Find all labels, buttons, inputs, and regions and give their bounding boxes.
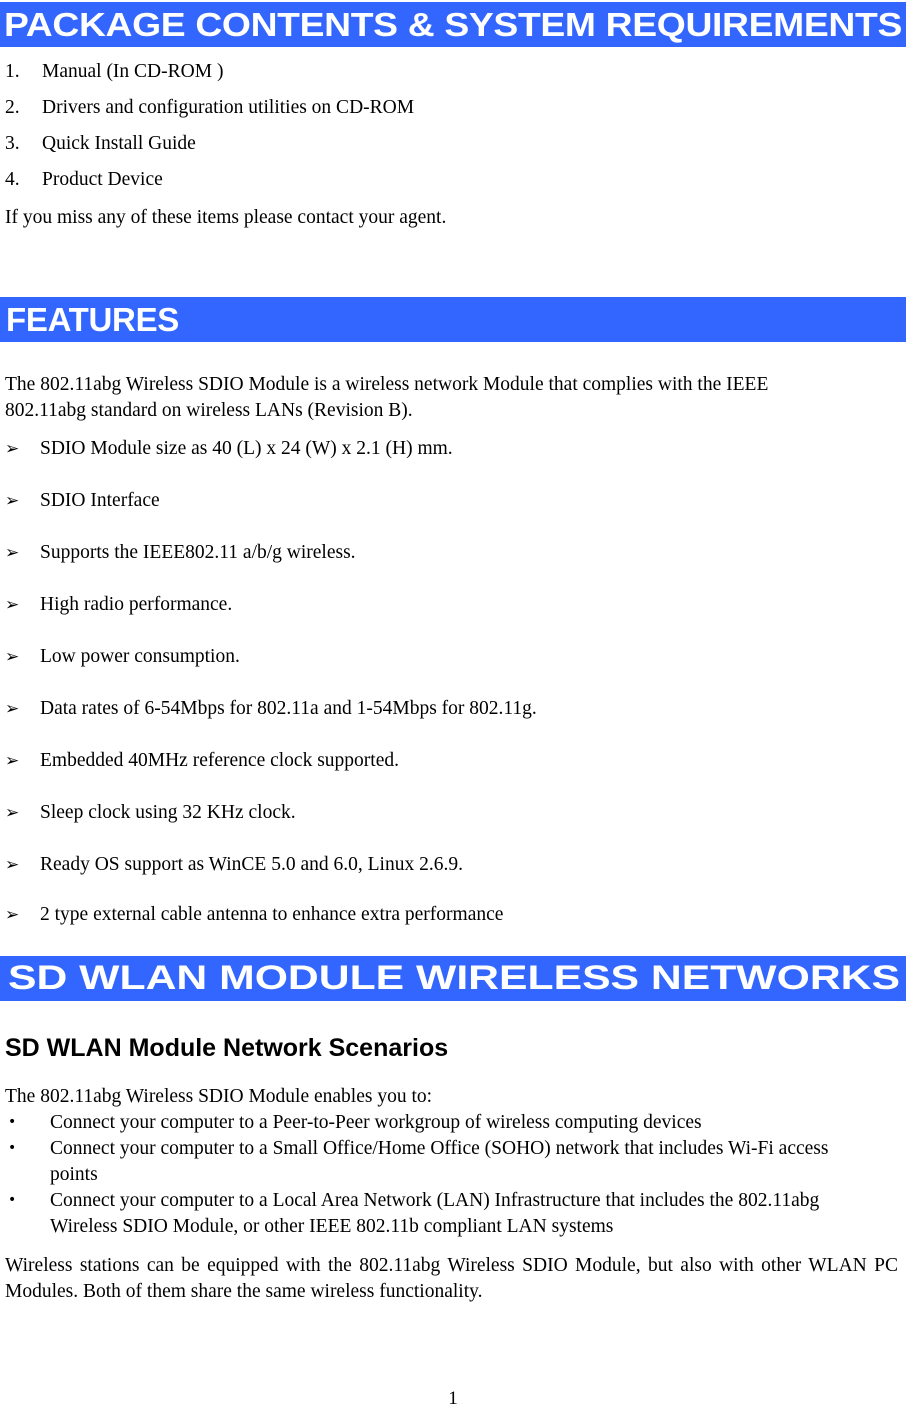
feature-bullet-label: SDIO Interface <box>40 490 160 511</box>
arrow-bullet-icon: ➢ <box>5 855 20 875</box>
arrow-bullet-icon: ➢ <box>5 647 20 667</box>
network-bullet: • Connect your computer to a Local Area … <box>8 1188 896 1239</box>
network-bullet-label-continued: points <box>50 1163 98 1185</box>
feature-bullet-label: SDIO Module size as 40 (L) x 24 (W) x 2.… <box>40 438 453 459</box>
section-banner-features-title: FEATURES <box>6 300 179 338</box>
feature-bullet: ➢ 2 type external cable antenna to enhanc… <box>5 903 895 927</box>
network-bullet-label: Connect your computer to a Small Office/… <box>50 1138 829 1159</box>
network-bullet: • Connect your computer to a Peer-to-Pee… <box>8 1110 896 1136</box>
feature-bullet-label: Low power consumption. <box>40 646 240 667</box>
list-item-number: 4. <box>5 169 20 190</box>
arrow-bullet-icon: ➢ <box>5 595 20 615</box>
feature-bullet-label: Ready OS support as WinCE 5.0 and 6.0, L… <box>40 854 463 875</box>
dot-bullet-icon: • <box>8 1140 17 1156</box>
feature-bullet-label: Data rates of 6-54Mbps for 802.11a and 1… <box>40 698 537 719</box>
feature-bullet: ➢ Embedded 40MHz reference clock supporte… <box>5 749 895 773</box>
list-item-number: 2. <box>5 97 20 118</box>
network-bullet-label: Connect your computer to a Local Area Ne… <box>50 1190 820 1211</box>
feature-bullet-label: Supports the IEEE802.11 a/b/g wireless. <box>40 542 356 563</box>
arrow-bullet-icon: ➢ <box>5 751 20 771</box>
list-item: 1. Manual (In CD-ROM ) <box>5 60 885 84</box>
section-banner-package-contents: PACKAGE CONTENTS & SYSTEM REQUIREMENTS <box>0 2 906 47</box>
section-banner-wireless-networks: SD WLAN MODULE WIRELESS NETWORKS <box>0 956 906 1001</box>
list-item: 3. Quick Install Guide <box>5 132 885 156</box>
list-item: 4. Product Device <box>5 168 885 192</box>
feature-bullet-label: 2 type external cable antenna to enhance… <box>40 904 504 925</box>
section-banner-features: FEATURES <box>0 297 906 342</box>
networks-intro-paragraph: The 802.11abg Wireless SDIO Module enabl… <box>5 1086 433 1107</box>
feature-bullet: ➢ Sleep clock using 32 KHz clock. <box>5 801 895 825</box>
dot-bullet-icon: • <box>8 1114 17 1130</box>
feature-bullet: ➢ SDIO Interface <box>5 489 895 513</box>
network-bullet: • Connect your computer to a Small Offic… <box>8 1136 896 1187</box>
subheading-network-scenarios: SD WLAN Module Network Scenarios <box>5 1034 449 1062</box>
list-item-label: Quick Install Guide <box>42 133 196 154</box>
network-bullet-label-continued: Wireless SDIO Module, or other IEEE 802.… <box>50 1215 614 1237</box>
feature-bullet: ➢ High radio performance. <box>5 593 895 617</box>
arrow-bullet-icon: ➢ <box>5 699 20 719</box>
feature-bullet: ➢ Data rates of 6-54Mbps for 802.11a and … <box>5 697 895 721</box>
arrow-bullet-icon: ➢ <box>5 543 20 563</box>
feature-bullet: ➢ Supports the IEEE802.11 a/b/g wireless. <box>5 541 895 565</box>
list-item-label: Manual (In CD-ROM ) <box>42 61 224 82</box>
section-banner-wireless-networks-title: SD WLAN MODULE WIRELESS NETWORKS <box>8 959 900 997</box>
feature-bullet: ➢ SDIO Module size as 40 (L) x 24 (W) x 2… <box>5 437 895 461</box>
section-banner-package-contents-title: PACKAGE CONTENTS & SYSTEM REQUIREMENTS <box>4 5 902 43</box>
dot-bullet-icon: • <box>8 1192 17 1208</box>
networks-closing-paragraph: Wireless stations can be equipped with t… <box>5 1255 898 1302</box>
list-item-number: 3. <box>5 133 20 154</box>
features-intro-paragraph: The 802.11abg Wireless SDIO Module is a … <box>5 374 769 421</box>
list-item: 2. Drivers and configuration utilities on… <box>5 96 885 120</box>
arrow-bullet-icon: ➢ <box>5 491 20 511</box>
arrow-bullet-icon: ➢ <box>5 905 20 925</box>
feature-bullet-label: Sleep clock using 32 KHz clock. <box>40 802 296 823</box>
list-item-label: Drivers and configuration utilities on C… <box>42 97 415 118</box>
feature-bullet-label: Embedded 40MHz reference clock supported… <box>40 750 399 771</box>
arrow-bullet-icon: ➢ <box>5 803 20 823</box>
page-number: 1 <box>448 1388 458 1409</box>
list-item-label: Product Device <box>42 169 163 190</box>
document-page: PACKAGE CONTENTS & SYSTEM REQUIREMENTS 1… <box>0 0 906 1420</box>
package-closing-note: If you miss any of these items please co… <box>5 207 447 228</box>
list-item-number: 1. <box>5 61 20 82</box>
feature-bullet-label: High radio performance. <box>40 594 233 615</box>
network-bullet-label: Connect your computer to a Peer-to-Peer … <box>50 1112 702 1133</box>
feature-bullet: ➢ Low power consumption. <box>5 645 895 669</box>
arrow-bullet-icon: ➢ <box>5 439 20 459</box>
feature-bullet: ➢ Ready OS support as WinCE 5.0 and 6.0, … <box>5 853 895 877</box>
